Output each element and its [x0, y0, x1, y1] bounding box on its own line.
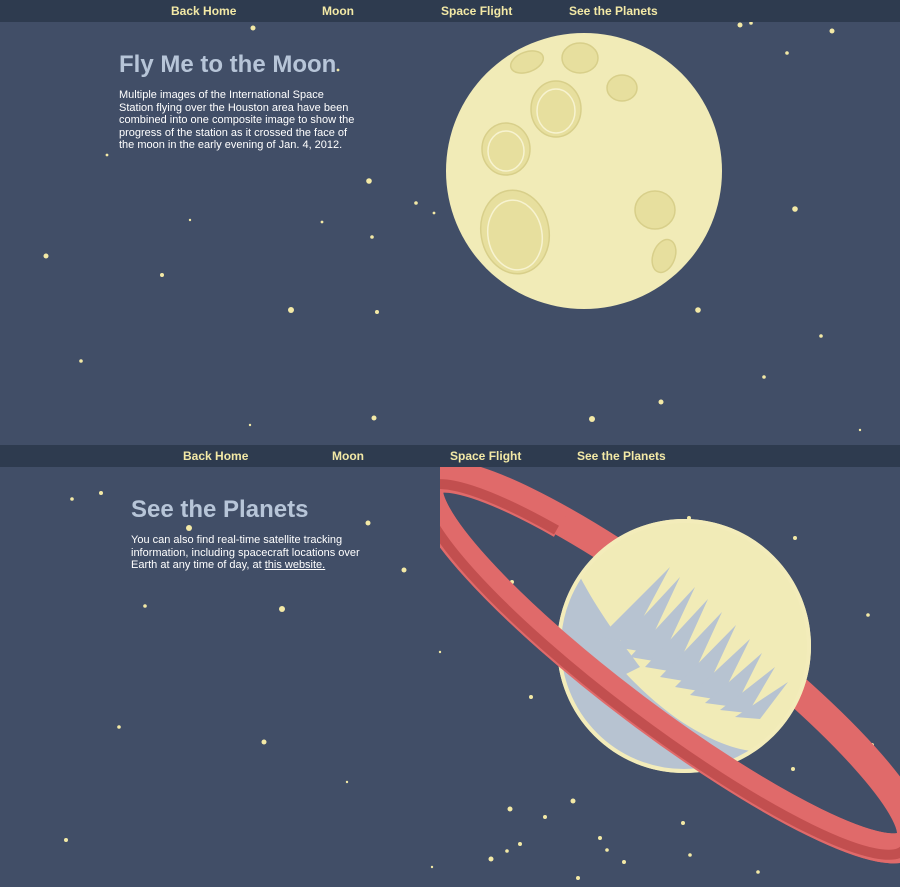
moon-illustration [446, 33, 722, 309]
page-title: Fly Me to the Moon [119, 51, 337, 78]
nav-back-home[interactable]: Back Home [171, 4, 236, 18]
top-navbar: Back Home Moon Space Flight See the Plan… [0, 0, 900, 22]
tracking-website-link[interactable]: this website. [265, 559, 326, 571]
nav-space-flight[interactable]: Space Flight [450, 449, 521, 463]
saturn-illustration [440, 467, 900, 864]
nav-space-flight[interactable]: Space Flight [441, 4, 512, 18]
moon-section: Back Home Moon Space Flight See the Plan… [0, 0, 900, 445]
planets-paragraph: You can also find real-time satellite tr… [131, 534, 366, 572]
nav-see-the-planets[interactable]: See the Planets [577, 449, 666, 463]
nav-moon[interactable]: Moon [332, 449, 364, 463]
planets-paragraph-text: You can also find real-time satellite tr… [131, 534, 360, 571]
nav-moon[interactable]: Moon [322, 4, 354, 18]
top-navbar: Back Home Moon Space Flight See the Plan… [0, 445, 900, 467]
intro-paragraph: Multiple images of the International Spa… [119, 89, 355, 151]
nav-back-home[interactable]: Back Home [183, 449, 248, 463]
nav-see-the-planets[interactable]: See the Planets [569, 4, 658, 18]
planets-section: Back Home Moon Space Flight See the Plan… [0, 445, 900, 887]
section-title: See the Planets [131, 496, 309, 523]
